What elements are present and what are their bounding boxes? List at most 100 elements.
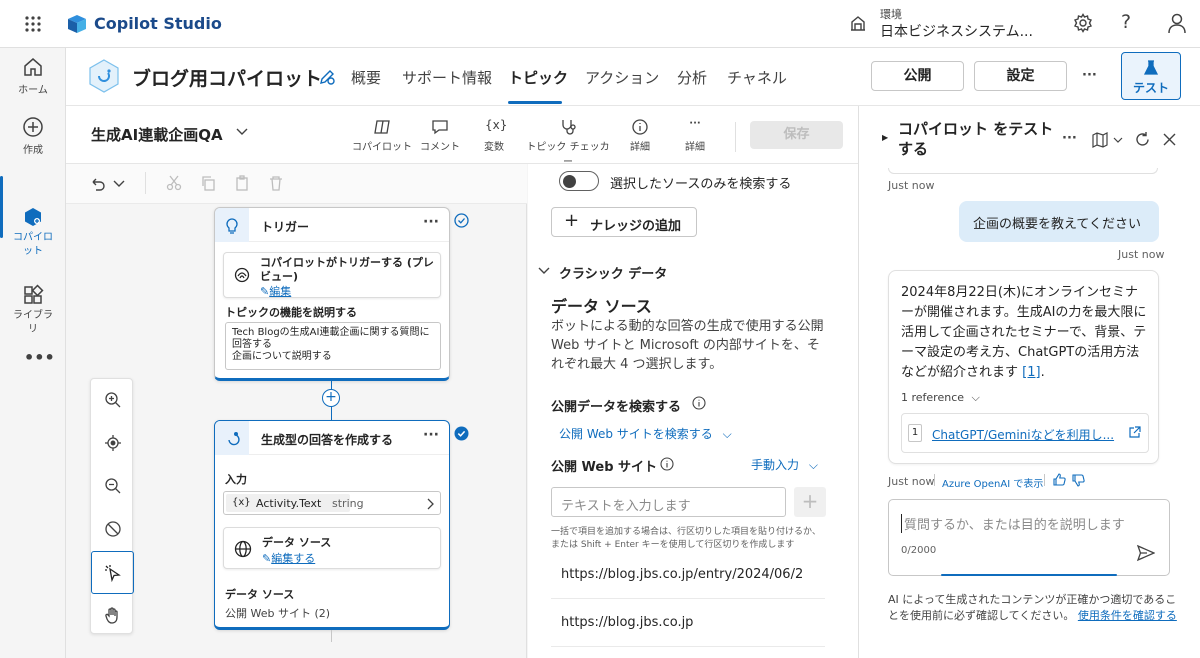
undo-dropdown-chevron-icon[interactable] (113, 180, 125, 188)
close-icon[interactable] (1162, 132, 1177, 147)
tab-actions[interactable]: アクション (585, 67, 659, 88)
gen-node-more-icon[interactable]: ··· (423, 427, 439, 443)
terms-link[interactable]: 使用条件を確認する (1078, 609, 1177, 622)
recenter-icon[interactable] (91, 422, 134, 465)
reference-card[interactable]: 1 ChatGPT/Geminiなどを利用し... (901, 413, 1149, 453)
chat-map-icon[interactable] (1092, 132, 1108, 148)
tab-channels[interactable]: チャネル (727, 67, 787, 88)
search-public-label: 公開データを検索する (551, 400, 682, 415)
help-icon[interactable]: ? (1121, 11, 1131, 33)
reference-toggle-label: 1 reference (901, 391, 965, 404)
bot-citation-link[interactable]: [1] (1022, 365, 1040, 380)
add-url-plus-button[interactable]: + (794, 487, 826, 517)
rail-home[interactable]: ホーム (0, 56, 66, 96)
app-launcher-icon[interactable] (24, 15, 42, 33)
topic-name[interactable]: 生成AI連載企画QA (91, 124, 223, 145)
undo-icon[interactable] (88, 174, 106, 192)
add-knowledge-button[interactable]: + ナレッジの追加 (551, 207, 697, 237)
data-source-card[interactable]: データ ソース ✎編集する (223, 527, 441, 569)
info-icon (631, 118, 649, 136)
ds-card-edit[interactable]: ✎編集する (262, 550, 315, 566)
manual-input-label: 手動入力 (751, 458, 800, 472)
environment-name[interactable]: 日本ビジネスシステム... (880, 21, 1033, 41)
plus-circle-icon (22, 116, 44, 138)
tab-knowledge[interactable]: サポート情報 (402, 67, 492, 88)
tab-analytics[interactable]: 分析 (677, 67, 707, 88)
generative-answers-node[interactable]: 生成型の回答を作成する ··· 入力 {x} Activity.Text str… (214, 420, 450, 630)
describe-textarea[interactable]: Tech Blogの生成AI連載企画に関する質問に回答する 企画について説明する (225, 322, 441, 370)
open-external-icon[interactable] (1128, 426, 1141, 439)
chat-input-box[interactable]: 質問するか、または目的を説明します 0/2000 (888, 499, 1170, 576)
public-web-info-icon[interactable] (660, 457, 674, 471)
classic-data-chevron-icon[interactable] (538, 267, 550, 275)
rail-library[interactable]: ライブラ リ (0, 256, 66, 351)
tab-overview[interactable]: 概要 (351, 67, 381, 88)
rail-library-label: ライブラ リ (13, 310, 53, 335)
more-options-icon[interactable]: ··· (1082, 68, 1097, 83)
reference-title[interactable]: ChatGPT/Geminiなどを利用し... (932, 426, 1122, 443)
chat-more-icon[interactable]: ··· (1062, 131, 1077, 146)
search-web-dropdown[interactable]: 公開 Web サイトを検索する ⌵ (559, 425, 732, 442)
trigger-card-edit-link[interactable]: 編集 (269, 285, 291, 298)
input-variable-field[interactable]: {x} Activity.Text string (223, 491, 441, 515)
publish-button[interactable]: 公開 (871, 61, 964, 91)
thumbs-down-icon[interactable] (1072, 474, 1085, 487)
reference-chevron-icon: ⌵ (971, 391, 980, 404)
select-pointer-icon[interactable] (91, 551, 134, 594)
trigger-card-edit[interactable]: ✎編集 (260, 283, 291, 299)
tool-details[interactable]: 詳細 (628, 118, 652, 153)
azure-openai-link[interactable]: Azure OpenAI で表示 (942, 475, 1043, 490)
trigger-card-title: コパイロットがトリガーする (プレビュー) (260, 256, 434, 283)
tool-more-details[interactable]: ··· 詳細 (683, 118, 707, 153)
zoom-in-icon[interactable] (91, 379, 134, 422)
tool-copilot[interactable]: コパイロット (352, 118, 412, 153)
settings-gear-icon[interactable] (1073, 13, 1093, 33)
search-web-dropdown-label: 公開 Web サイトを検索する (559, 427, 713, 441)
edit-agent-icon[interactable] (318, 68, 336, 86)
bot-message-text: 2024年8月22日(木)にオンラインセミナーが開催されます。生成AIの力を最大… (901, 285, 1147, 380)
tool-comment-label: コメント (420, 142, 460, 153)
paste-icon[interactable] (234, 175, 250, 191)
cut-icon[interactable] (166, 175, 182, 191)
test-button[interactable]: テスト (1121, 52, 1181, 100)
tab-topics[interactable]: トピック (508, 67, 568, 88)
pan-hand-icon[interactable] (91, 594, 134, 637)
topic-chevron-down-icon[interactable] (236, 128, 248, 136)
save-button[interactable]: 保存 (750, 121, 843, 149)
search-selected-toggle[interactable] (559, 171, 599, 191)
add-node-plus-icon[interactable]: + (322, 389, 340, 407)
trigger-node[interactable]: トリガー ··· コパイロットがトリガーする (プレビュー) ✎編集 トピックの… (214, 207, 450, 381)
account-avatar-icon[interactable] (1166, 12, 1188, 34)
tool-topic-checker[interactable]: トピック チェッカー (522, 118, 614, 168)
chat-collapse-caret-icon[interactable]: ▶ (882, 133, 888, 142)
copy-icon[interactable] (200, 175, 216, 191)
url-row[interactable]: https://blog.jbs.co.jp/entry/2024/06/2 (551, 555, 825, 599)
url-row[interactable]: https://blog.jbs.co.jp (551, 603, 825, 647)
tool-variables[interactable]: {x} 変数 (478, 118, 510, 153)
globe-icon (234, 540, 252, 558)
manual-input-dropdown[interactable]: 手動入力 ⌵ (751, 456, 818, 473)
tool-comment[interactable]: コメント (418, 118, 462, 153)
trigger-node-more-icon[interactable]: ··· (423, 214, 439, 230)
reference-toggle[interactable]: 1 reference ⌵ (901, 391, 980, 405)
send-icon[interactable] (1137, 544, 1155, 562)
url-input-field[interactable]: テキストを入力します (551, 487, 786, 517)
previous-message-edge (888, 168, 1158, 174)
chat-map-chevron-icon[interactable] (1113, 137, 1123, 144)
zoom-out-icon[interactable] (91, 465, 134, 508)
search-public-info-icon[interactable] (692, 396, 706, 410)
test-button-label: テスト (1132, 81, 1169, 95)
refresh-icon[interactable] (1134, 131, 1151, 148)
trigger-card[interactable]: コパイロットがトリガーする (プレビュー) ✎編集 (223, 252, 441, 298)
classic-data-header[interactable]: クラシック データ (559, 263, 667, 282)
thumbs-up-icon[interactable] (1053, 473, 1066, 486)
rail-create[interactable]: 作成 (0, 116, 66, 156)
environment-label: 環境 (880, 8, 902, 21)
settings-button[interactable]: 設定 (974, 61, 1067, 91)
minimap-off-icon[interactable] (91, 508, 134, 551)
delete-icon[interactable] (268, 175, 284, 191)
ds-card-title: データ ソース (262, 536, 332, 549)
rail-more-icon[interactable]: ••• (24, 348, 55, 367)
chevron-right-icon[interactable] (427, 498, 435, 510)
ds-card-edit-link[interactable]: 編集する (271, 552, 315, 565)
